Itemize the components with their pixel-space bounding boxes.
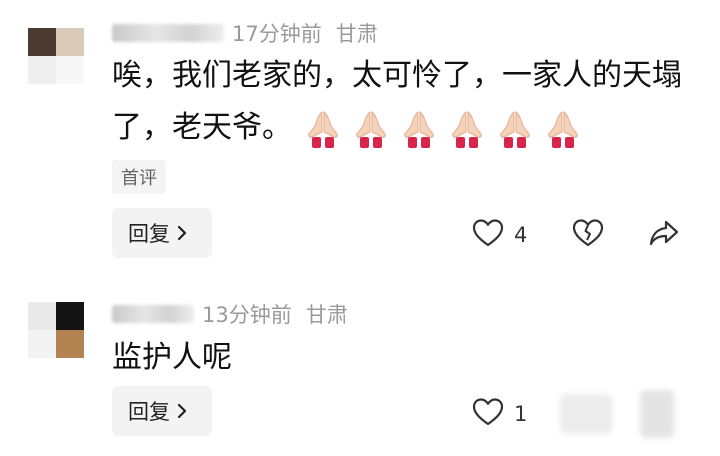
like-count: 4 [514,223,528,247]
comment-meta: 17分钟前 甘肃 [112,20,378,46]
comment-time: 13分钟前 [202,303,292,327]
avatar[interactable] [28,302,84,358]
username-blurred[interactable] [112,24,224,42]
chevron-right-icon [176,224,188,242]
comment-text: 唉，我们老家的，太可怜了，一家人的天塌了，老天爷。 [112,50,692,154]
reply-label: 回复 [128,400,170,424]
reply-label: 回复 [128,222,170,246]
heart-icon [472,397,504,431]
comment-location: 甘肃 [305,303,348,327]
like-count: 1 [514,402,528,426]
folded-hands-icon [302,108,344,150]
heart-icon [472,218,504,252]
username-blurred[interactable] [112,305,194,323]
share-icon [648,218,680,252]
share-button[interactable] [648,218,680,252]
folded-hands-icon [494,108,536,150]
reply-button[interactable]: 回复 [112,386,212,436]
comment-meta: 13分钟前 甘肃 [112,301,348,327]
comment-item: 13分钟前 甘肃 监护人呢 回复 1 [0,290,720,456]
folded-hands-icon [542,108,584,150]
folded-hands-icon [398,108,440,150]
comment-item: 17分钟前 甘肃 唉，我们老家的，太可怜了，一家人的天塌了，老天爷。 首评 回复… [0,0,720,280]
broken-heart-icon [572,218,604,252]
avatar[interactable] [28,28,84,84]
dislike-button[interactable] [572,218,604,252]
chevron-right-icon [176,402,188,420]
comment-text-content: 监护人呢 [112,340,232,375]
comment-location: 甘肃 [335,22,378,46]
folded-hands-icon [350,108,392,150]
folded-hands-icon [446,108,488,150]
like-button[interactable]: 4 [472,218,527,252]
first-comment-badge: 首评 [112,160,166,194]
blurred-area [640,390,674,438]
comment-time: 17分钟前 [232,22,322,46]
like-button[interactable]: 1 [472,397,527,431]
prayer-emoji-group [302,108,584,150]
blurred-area [560,394,612,434]
comment-text: 监护人呢 [112,332,672,384]
reply-button[interactable]: 回复 [112,208,212,258]
